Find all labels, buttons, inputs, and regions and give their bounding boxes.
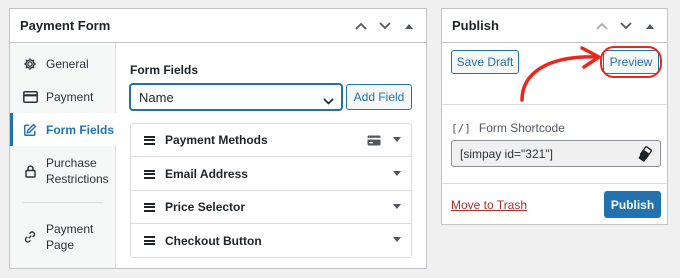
settings-tabs: General Payment Form Fields Purchase Res… bbox=[10, 43, 117, 268]
publish-title: Publish bbox=[452, 18, 499, 33]
chevron-down-icon bbox=[323, 93, 334, 108]
caret-down-icon[interactable] bbox=[393, 171, 401, 176]
caret-down-icon[interactable] bbox=[393, 237, 401, 242]
tab-general[interactable]: General bbox=[10, 51, 116, 77]
form-fields-content: Form Fields Name Add Field Payment Metho… bbox=[130, 43, 412, 268]
list-item[interactable]: Price Selector bbox=[131, 191, 411, 224]
shortcode-value: [simpay id="321"] bbox=[460, 146, 553, 161]
field-name: Price Selector bbox=[165, 200, 246, 214]
payment-form-title: Payment Form bbox=[20, 18, 111, 33]
payment-form-header: Payment Form bbox=[10, 9, 426, 43]
lock-icon bbox=[22, 163, 38, 179]
section-divider bbox=[442, 183, 667, 184]
move-down-icon[interactable] bbox=[376, 17, 394, 35]
tab-label-line: Restrictions bbox=[46, 172, 109, 186]
form-fields-list: Payment Methods Email Address Price Sele… bbox=[130, 123, 412, 258]
tab-purchase-restrictions[interactable]: Purchase Restrictions bbox=[10, 153, 116, 189]
field-type-value: Name bbox=[139, 89, 174, 105]
move-to-trash-link[interactable]: Move to Trash bbox=[451, 198, 527, 212]
field-name: Payment Methods bbox=[165, 133, 268, 147]
tab-label-line: Page bbox=[46, 238, 75, 252]
tab-label-line: Purchase bbox=[46, 156, 97, 170]
tab-label: Payment Page bbox=[46, 221, 93, 253]
tab-label: Form Fields bbox=[46, 122, 115, 137]
caret-down-icon[interactable] bbox=[393, 137, 401, 142]
move-up-icon[interactable] bbox=[352, 17, 370, 35]
form-fields-heading: Form Fields bbox=[130, 63, 199, 77]
field-name: Checkout Button bbox=[165, 233, 262, 248]
publish-button[interactable]: Publish bbox=[604, 191, 661, 218]
tab-form-fields[interactable]: Form Fields bbox=[10, 113, 117, 146]
shortcode-icon: [/] bbox=[451, 121, 471, 135]
drag-handle-icon[interactable] bbox=[144, 236, 155, 245]
tab-label: Payment bbox=[46, 90, 94, 104]
credit-card-icon bbox=[22, 89, 38, 105]
field-type-select[interactable]: Name bbox=[130, 84, 342, 110]
shortcode-field[interactable]: [simpay id="321"] bbox=[451, 140, 661, 167]
preview-button[interactable]: Preview bbox=[603, 50, 659, 74]
credit-card-icon bbox=[367, 134, 381, 149]
save-draft-button[interactable]: Save Draft bbox=[451, 50, 519, 74]
move-down-icon[interactable] bbox=[617, 17, 635, 35]
link-icon bbox=[22, 229, 38, 245]
publish-panel: Publish Save Draft Preview [/] Form Shor… bbox=[441, 8, 668, 225]
publish-header: Publish bbox=[442, 9, 667, 43]
field-name: Email Address bbox=[165, 167, 248, 181]
drag-handle-icon[interactable] bbox=[144, 202, 155, 212]
drag-handle-icon[interactable] bbox=[144, 135, 155, 145]
tab-payment[interactable]: Payment bbox=[10, 84, 116, 110]
shortcode-heading: [/] Form Shortcode bbox=[451, 121, 565, 135]
add-field-button[interactable]: Add Field bbox=[346, 84, 412, 110]
tab-divider bbox=[22, 202, 102, 203]
list-item[interactable]: Payment Methods bbox=[131, 124, 411, 157]
edit-icon bbox=[22, 122, 38, 138]
shortcode-label: Form Shortcode bbox=[478, 121, 565, 135]
caret-down-icon[interactable] bbox=[393, 204, 401, 209]
tab-payment-page[interactable]: Payment Page bbox=[10, 219, 116, 255]
payment-form-panel: Payment Form General Payment Form Fields… bbox=[9, 8, 427, 269]
list-item[interactable]: Email Address bbox=[131, 158, 411, 191]
list-item[interactable]: Checkout Button bbox=[131, 224, 411, 257]
tab-label: General bbox=[46, 57, 89, 71]
collapse-toggle-icon[interactable] bbox=[641, 17, 659, 35]
copy-shortcode-icon[interactable] bbox=[637, 146, 653, 165]
move-up-icon[interactable] bbox=[593, 17, 611, 35]
collapse-toggle-icon[interactable] bbox=[400, 17, 418, 35]
tab-label: Purchase Restrictions bbox=[46, 155, 109, 187]
tab-label-line: Payment bbox=[46, 222, 94, 236]
drag-handle-icon[interactable] bbox=[144, 169, 155, 179]
section-divider bbox=[442, 104, 667, 105]
gear-icon bbox=[22, 56, 38, 72]
